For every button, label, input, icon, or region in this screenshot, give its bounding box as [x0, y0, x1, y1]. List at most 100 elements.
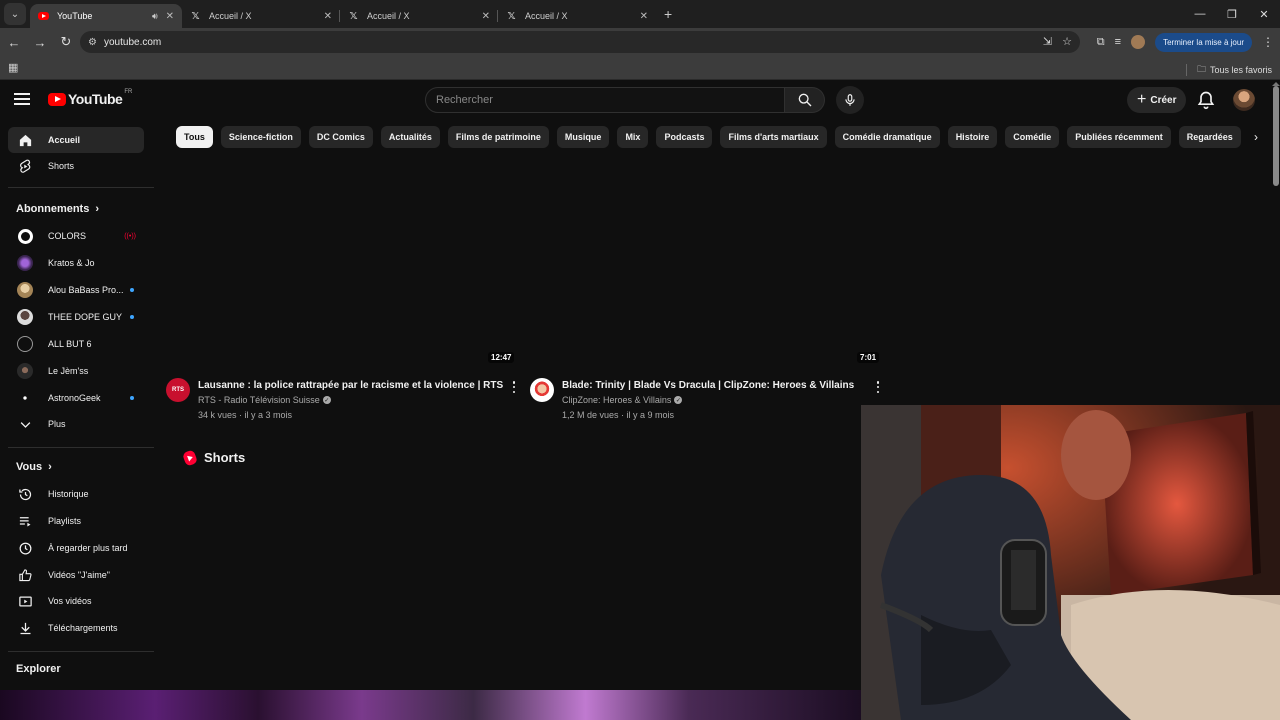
chip[interactable]: Histoire: [947, 126, 998, 148]
youtube-header: YouTube FR + Créer: [0, 81, 1280, 121]
close-window-icon[interactable]: ✕: [1248, 0, 1280, 28]
scrollbar-thumb[interactable]: [1273, 86, 1279, 186]
chevron-right-icon[interactable]: ›: [1242, 126, 1270, 148]
install-app-icon[interactable]: ⇲: [1043, 35, 1052, 48]
chip[interactable]: Publiées récemment: [1067, 126, 1171, 148]
all-bookmarks[interactable]: 🗀︎ Tous les favoris: [1185, 62, 1272, 78]
sidebar-item-your-videos[interactable]: Vos vidéos: [8, 588, 144, 614]
subscription-item[interactable]: COLORS ((•)): [8, 223, 144, 249]
menu-icon[interactable]: [14, 93, 30, 105]
youtube-logo[interactable]: YouTube FR: [48, 89, 133, 107]
chip[interactable]: Comédie dramatique: [834, 126, 940, 148]
browser-menu-icon[interactable]: ⋮: [1262, 35, 1274, 49]
reading-list-icon[interactable]: ≡: [1115, 36, 1121, 48]
close-tab-icon[interactable]: ✕: [166, 11, 174, 22]
new-tab-icon[interactable]: +: [664, 6, 672, 22]
create-button[interactable]: + Créer: [1127, 87, 1187, 113]
chevron-right-icon: ›: [95, 203, 100, 215]
bookmark-star-icon[interactable]: ☆: [1062, 35, 1072, 48]
subscription-item[interactable]: Kratos & Jo: [8, 250, 144, 276]
video-channel[interactable]: ClipZone: Heroes & Villains ✓: [562, 395, 683, 405]
forward-icon[interactable]: →: [28, 30, 52, 54]
chip[interactable]: Regardées: [1178, 126, 1241, 148]
speaker-icon[interactable]: 🔊︎: [152, 11, 158, 22]
video-channel[interactable]: RTS - Radio Télévision Suisse ✓: [198, 395, 331, 405]
sidebar-item-history[interactable]: Historique: [8, 481, 144, 507]
shorts-logo-icon: [181, 448, 199, 467]
more-actions-icon[interactable]: [873, 380, 883, 394]
chip[interactable]: Mix: [617, 126, 649, 148]
webcam-overlay: [861, 405, 1280, 720]
profile-avatar[interactable]: [1131, 35, 1146, 49]
live-indicator-icon: ((•)): [124, 232, 136, 240]
browser-tab-strip: ⌄ YouTube 🔊︎ ✕ 𝕏 Accueil / X ✕ 𝕏 Accueil…: [0, 0, 1280, 28]
logo-country-code: FR: [124, 89, 133, 95]
url-text[interactable]: youtube.com: [104, 37, 161, 48]
youtube-favicon-icon: [38, 12, 49, 20]
more-actions-icon[interactable]: [509, 380, 519, 394]
maximize-icon[interactable]: ❐: [1216, 0, 1248, 28]
subscription-item[interactable]: Le Jèm'ss: [8, 358, 144, 384]
channel-avatar: [17, 228, 33, 244]
back-icon[interactable]: ←: [2, 30, 26, 54]
explore-title: Explorer: [16, 663, 61, 675]
close-tab-icon[interactable]: ✕: [324, 11, 332, 22]
search-icon: [798, 93, 811, 107]
voice-search-button[interactable]: [836, 86, 864, 114]
chip[interactable]: Actualités: [380, 126, 440, 148]
chip[interactable]: Musique: [556, 126, 610, 148]
chip[interactable]: Films de patrimoine: [447, 126, 549, 148]
sidebar-item-watch-later[interactable]: À regarder plus tard: [8, 535, 144, 561]
close-tab-icon[interactable]: ✕: [482, 11, 490, 22]
browser-tab-x-3[interactable]: 𝕏 Accueil / X ✕: [498, 4, 656, 28]
browser-tab-youtube[interactable]: YouTube 🔊︎ ✕: [30, 4, 182, 28]
chip[interactable]: Science-fiction: [220, 126, 301, 148]
video-thumbnail[interactable]: [166, 158, 516, 368]
download-icon: [17, 620, 33, 636]
channel-avatar[interactable]: RTS: [166, 378, 190, 402]
chip-all[interactable]: Tous: [176, 126, 213, 148]
sidebar-item-label: Historique: [48, 489, 89, 499]
sidebar-item-playlists[interactable]: Playlists: [8, 508, 144, 534]
chip[interactable]: DC Comics: [308, 126, 373, 148]
subscription-item[interactable]: ALL BUT 6: [8, 331, 144, 357]
site-info-icon[interactable]: ⚙: [88, 37, 102, 48]
channel-avatar[interactable]: [530, 378, 554, 402]
browser-tab-x-2[interactable]: 𝕏 Accueil / X ✕: [340, 4, 498, 28]
video-title[interactable]: Lausanne : la police rattrapée par le ra…: [198, 380, 503, 391]
microphone-icon: [845, 94, 855, 106]
subscription-item[interactable]: Alou BaBass Pro...: [8, 277, 144, 303]
address-bar[interactable]: ⚙ youtube.com ⇲ ☆: [80, 31, 1080, 53]
search-button[interactable]: [785, 87, 825, 113]
channel-name: Alou BaBass Pro...: [48, 285, 124, 295]
notifications-bell-icon[interactable]: [1196, 90, 1216, 110]
close-tab-icon[interactable]: ✕: [640, 11, 648, 22]
sidebar-item-liked[interactable]: Vidéos "J'aime": [8, 562, 144, 588]
subscriptions-heading[interactable]: Abonnements ›: [16, 203, 99, 215]
search-input[interactable]: [436, 94, 784, 106]
tab-search-icon[interactable]: ⌄: [4, 3, 26, 25]
you-heading[interactable]: Vous ›: [16, 461, 52, 473]
shorts-section-heading: Shorts: [181, 448, 245, 467]
subscription-item[interactable]: THEE DOPE GUY: [8, 304, 144, 330]
update-button[interactable]: Terminer la mise à jour: [1155, 32, 1252, 52]
extensions-icon[interactable]: ⧉: [1097, 36, 1105, 49]
browser-tab-x-1[interactable]: 𝕏 Accueil / X ✕: [182, 4, 340, 28]
chip[interactable]: Comédie: [1005, 126, 1060, 148]
search-box[interactable]: [425, 87, 785, 113]
chip[interactable]: Podcasts: [656, 126, 713, 148]
sidebar-item-more[interactable]: Plus: [8, 411, 144, 437]
channel-avatar: [17, 282, 33, 298]
omnibox-actions: ⇲ ☆: [1043, 35, 1072, 48]
apps-grid-icon[interactable]: ▦: [8, 61, 18, 74]
subscription-item[interactable]: AstronoGeek: [8, 385, 144, 411]
chip[interactable]: Films d'arts martiaux: [720, 126, 827, 148]
sidebar-item-home[interactable]: Accueil: [8, 127, 144, 153]
minimize-icon[interactable]: —: [1184, 0, 1216, 28]
video-thumbnail[interactable]: [528, 158, 878, 368]
sidebar-item-downloads[interactable]: Téléchargements: [8, 615, 144, 641]
reload-icon[interactable]: ↻: [54, 30, 78, 54]
sidebar-item-shorts[interactable]: Shorts: [8, 153, 144, 179]
account-avatar[interactable]: [1233, 89, 1255, 111]
video-title[interactable]: Blade: Trinity | Blade Vs Dracula | Clip…: [562, 380, 854, 391]
